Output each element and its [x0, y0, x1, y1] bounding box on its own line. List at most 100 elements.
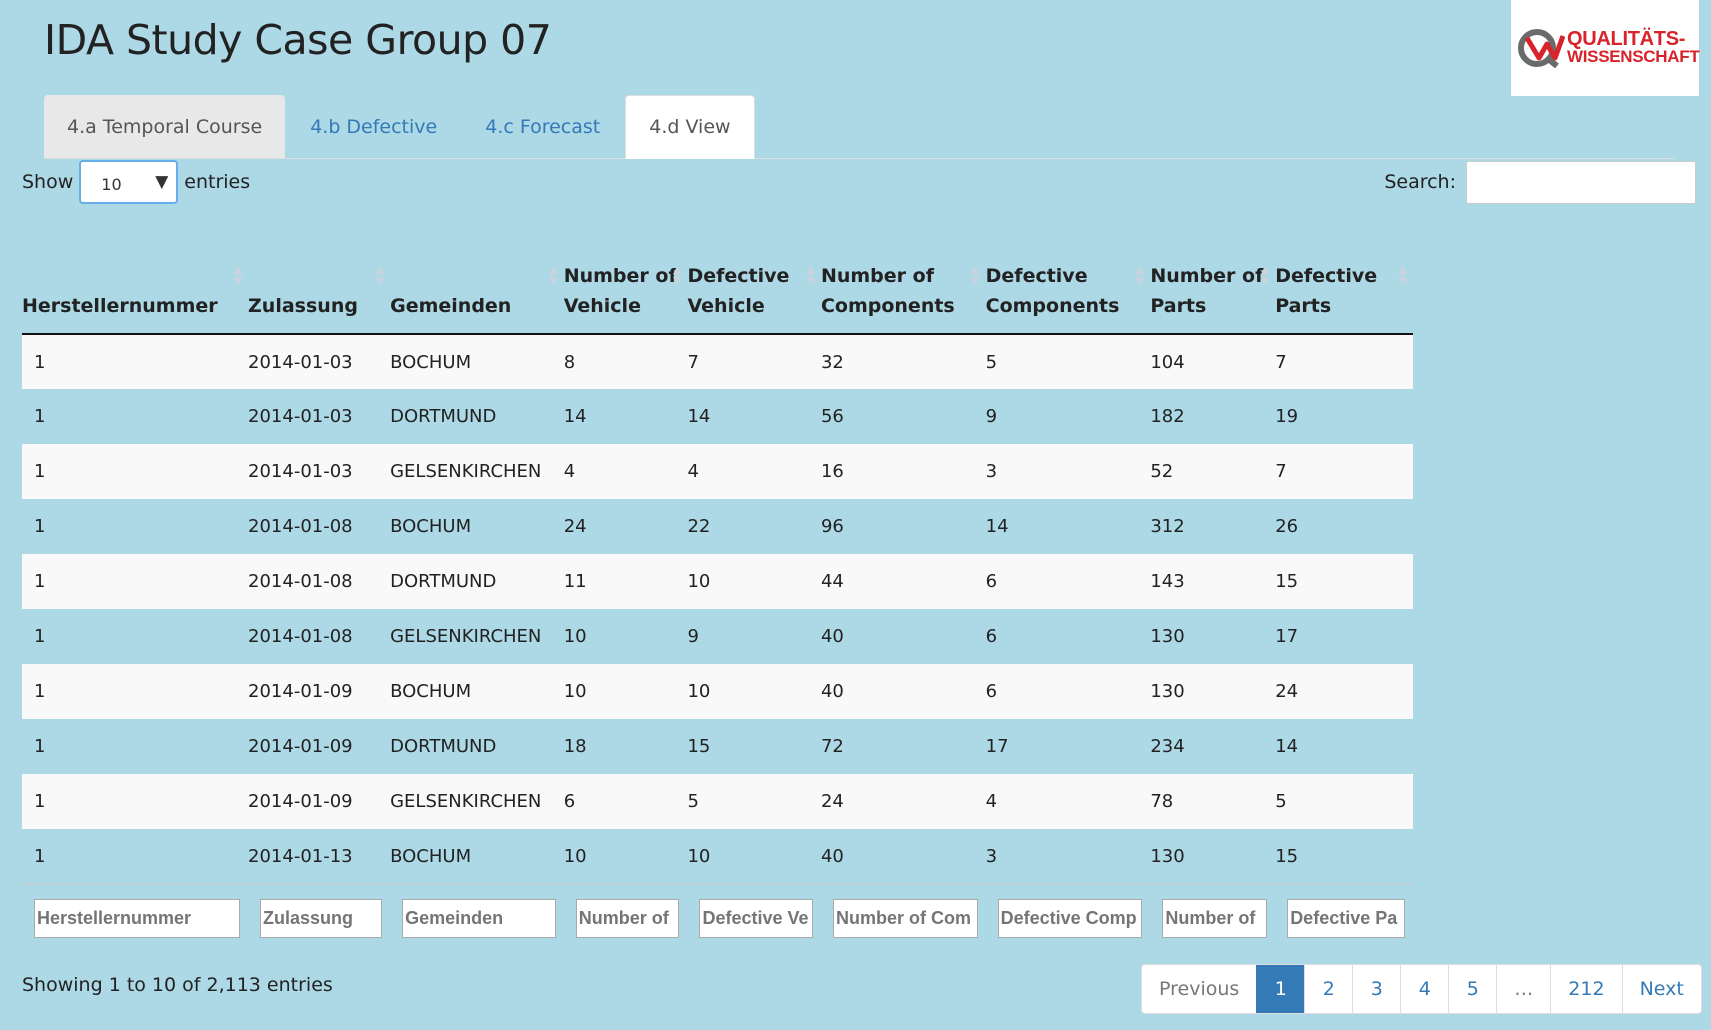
tab-view[interactable]: 4.d View — [625, 95, 755, 159]
filter-cell — [248, 883, 391, 952]
table-cell: 56 — [820, 406, 844, 427]
table-cell: 6 — [985, 554, 1151, 609]
column-header-label: Gemeinden — [390, 295, 512, 317]
sort-icon: ▲ ▼ — [549, 263, 558, 287]
column-header-defective-components[interactable]: Defective Components ▲ ▼ — [985, 222, 1151, 335]
column-header-number-of-parts[interactable]: Number of Parts ▲ ▼ — [1150, 222, 1276, 335]
table-cell: 2014-01-08 — [248, 554, 391, 609]
table-cell: 40 — [820, 626, 844, 647]
search-input[interactable] — [1466, 160, 1696, 204]
column-header-number-of-vehicle[interactable]: Number of Vehicle ▲ ▼ — [563, 222, 688, 335]
table-cell: 2014-01-13 — [248, 845, 353, 867]
page-button-5[interactable]: 5 — [1448, 965, 1496, 1013]
table-cell: 7 — [1275, 334, 1413, 389]
table-row[interactable]: 1 2014-01-03 BOCHUM 8 7 32 5 104 7 — [22, 334, 1413, 389]
column-header-label: Defective Parts — [1275, 265, 1378, 317]
table-body: 1 2014-01-03 BOCHUM 8 7 32 5 104 7 1 2014-01-03 DOR… — [22, 334, 1413, 884]
table-cell: 1 — [22, 554, 249, 609]
table-row[interactable]: 1 2014-01-09 GELSENKIRCHEN 6 5 24 4 78 5 — [22, 774, 1413, 829]
table-cell: 1 — [34, 845, 46, 867]
table-cell: 1 — [22, 664, 249, 719]
table-cell: GELSENKIRCHEN — [390, 626, 542, 647]
table-cell: 2014-01-09 — [248, 664, 391, 719]
table-row[interactable]: 1 2014-01-08 BOCHUM 24 22 96 14 312 26 — [22, 499, 1413, 554]
filter-input-gemeinden[interactable] — [402, 898, 556, 938]
table-cell: 182 — [1150, 406, 1185, 427]
table-row[interactable]: 1 2014-01-13 BOCHUM 10 10 40 3 130 15 — [22, 829, 1413, 884]
table-cell: BOCHUM — [390, 516, 472, 537]
column-header-number-of-components[interactable]: Number of Components ▲ ▼ — [820, 222, 986, 335]
page-button-1[interactable]: 1 — [1256, 965, 1305, 1013]
column-header-label: Defective Vehicle — [687, 265, 790, 317]
table-cell: 26 — [1275, 516, 1299, 537]
logo-line1: QUALITÄTS- — [1567, 28, 1686, 50]
filter-input-number-of-components[interactable] — [832, 898, 978, 938]
tab-defective[interactable]: 4.b Defective — [287, 95, 460, 158]
table-cell: GELSENKIRCHEN — [390, 444, 564, 499]
filter-cell — [390, 883, 564, 952]
column-header-zulassung[interactable]: Zulassung ▲ ▼ — [248, 222, 391, 335]
table-cell: 234 — [1150, 736, 1185, 757]
table-cell: 78 — [1150, 774, 1276, 829]
column-header-herstellernummer[interactable]: Herstellernummer ▲ ▼ — [22, 222, 249, 335]
table-cell: 1 — [22, 444, 249, 499]
filter-cell — [1275, 883, 1413, 952]
table-cell: 130 — [1150, 845, 1185, 867]
table-cell: 10 — [563, 664, 688, 719]
filter-cell — [687, 883, 821, 952]
table-cell: 10 — [687, 664, 821, 719]
page-button-2[interactable]: 2 — [1304, 965, 1352, 1013]
table-cell: 17 — [985, 736, 1009, 757]
next-page-button[interactable]: Next — [1621, 965, 1701, 1013]
table-cell: 18 — [563, 736, 587, 757]
tab-temporal-course[interactable]: 4.a Temporal Course — [44, 95, 286, 158]
page-button-3[interactable]: 3 — [1352, 965, 1400, 1013]
table-cell: 14 — [1275, 736, 1299, 757]
table-row[interactable]: 1 2014-01-03 GELSENKIRCHEN 4 4 16 3 52 7 — [22, 444, 1413, 499]
sort-icon: ▲ ▼ — [1135, 263, 1145, 287]
table-cell: 11 — [563, 554, 688, 609]
table-cell: DORTMUND — [390, 406, 497, 427]
sort-icon: ▲ ▼ — [375, 263, 385, 287]
table-cell: 24 — [563, 516, 587, 537]
filter-input-number-of-parts[interactable] — [1162, 898, 1268, 938]
table-cell: 1 — [34, 516, 46, 537]
filter-input-defective-vehicle[interactable] — [699, 898, 813, 938]
table-row[interactable]: 1 2014-01-03 DORTMUND 14 14 56 9 182 19 — [22, 389, 1413, 444]
table-cell: 2014-01-09 — [248, 774, 391, 829]
column-header-defective-parts[interactable]: Defective Parts ▲ ▼ — [1275, 222, 1413, 335]
table-row[interactable]: 1 2014-01-08 GELSENKIRCHEN 10 9 40 6 130 17 — [22, 609, 1413, 664]
table-row[interactable]: 1 2014-01-09 DORTMUND 18 15 72 17 234 14 — [22, 719, 1413, 774]
filter-input-number-of-vehicle[interactable] — [575, 898, 680, 938]
table-row[interactable]: 1 2014-01-08 DORTMUND 11 10 44 6 143 15 — [22, 554, 1413, 609]
tab-forecast[interactable]: 4.c Forecast — [462, 95, 623, 158]
filter-input-defective-components[interactable] — [997, 898, 1143, 938]
length-control: Show 10 ▼ entries — [22, 160, 250, 204]
table-cell: 15 — [1275, 845, 1299, 867]
filter-input-herstellernummer[interactable] — [34, 898, 241, 938]
column-header-label: Defective Components — [985, 265, 1120, 317]
column-header-label: Number of Parts — [1150, 265, 1264, 317]
previous-page-button[interactable]: Previous — [1142, 965, 1256, 1013]
table-cell: 1 — [34, 626, 46, 647]
filter-row — [22, 883, 1413, 952]
column-header-defective-vehicle[interactable]: Defective Vehicle ▲ ▼ — [687, 222, 821, 335]
filter-input-defective-parts[interactable] — [1287, 898, 1405, 938]
table-row[interactable]: 1 2014-01-09 BOCHUM 10 10 40 6 130 24 — [22, 664, 1413, 719]
entries-select[interactable]: 10 ▼ — [79, 160, 179, 204]
data-table: Herstellernummer ▲ ▼ Zulassung ▲ ▼ Gemeinden ▲ ▼… — [22, 222, 1413, 952]
table-cell: 44 — [820, 554, 986, 609]
table-cell: 3 — [985, 845, 998, 867]
table-cell: 6 — [563, 774, 688, 829]
page-button-212[interactable]: 212 — [1550, 965, 1621, 1013]
table-cell: 1 — [34, 736, 46, 757]
sort-icon: ▲ ▼ — [233, 263, 243, 287]
table-cell: 5 — [985, 334, 1151, 389]
column-header-gemeinden[interactable]: Gemeinden ▲ ▼ — [390, 222, 564, 335]
table-cell: 10 — [687, 845, 711, 867]
page-title: IDA Study Case Group 07 — [44, 16, 552, 64]
filter-input-zulassung[interactable] — [260, 898, 383, 938]
triangle-down-icon: ▼ — [155, 172, 169, 192]
table-cell: 312 — [1150, 516, 1185, 537]
page-button-4[interactable]: 4 — [1400, 965, 1448, 1013]
